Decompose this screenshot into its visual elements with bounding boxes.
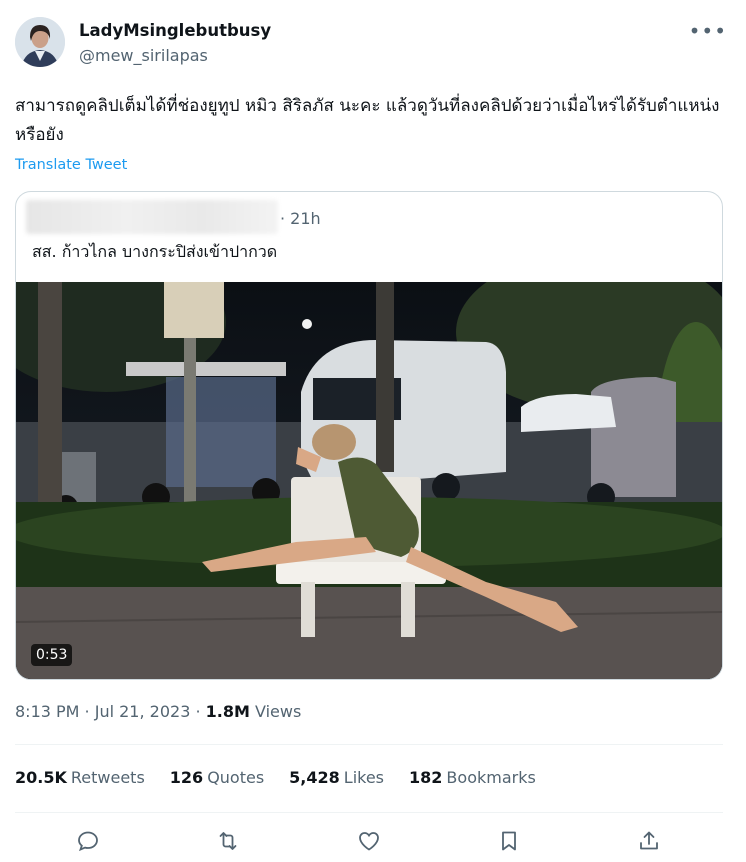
quotes-stat[interactable]: 126 Quotes	[170, 768, 264, 787]
share-icon[interactable]	[634, 826, 664, 856]
retweets-count: 20.5K	[15, 768, 67, 787]
quoted-tweet-text: สส. ก้าวไกล บางกระปิส่งเข้าปากวด	[32, 242, 278, 261]
like-icon[interactable]	[354, 826, 384, 856]
bookmarks-label: Bookmarks	[446, 768, 536, 787]
author-display-name[interactable]: LadyMsinglebutbusy	[79, 21, 271, 40]
bookmarks-count: 182	[409, 768, 443, 787]
likes-label: Likes	[343, 768, 385, 787]
more-horizontal-icon[interactable]: •••	[689, 19, 727, 43]
video-duration-badge: 0:53	[31, 644, 73, 666]
bookmarks-stat[interactable]: 182 Bookmarks	[409, 768, 536, 787]
quotes-count: 126	[169, 768, 204, 787]
blurred-author-name	[26, 200, 278, 234]
tweet-stats: 20.5K Retweets 126 Quotes 5,428 Likes 182 Bo…	[15, 768, 536, 787]
author-handle[interactable]: @mew_sirilapas	[79, 46, 208, 65]
translate-tweet-link[interactable]: Translate Tweet	[15, 157, 127, 173]
views-label: Views	[255, 702, 302, 721]
tweet-header: LadyMsinglebutbusy @mew_sirilapas •••	[15, 17, 731, 67]
likes-count: 5,428	[289, 768, 340, 787]
meta-separator: ·	[190, 702, 206, 721]
bookmark-icon[interactable]	[494, 826, 524, 856]
reply-icon[interactable]	[73, 826, 103, 856]
retweets-label: Retweets	[70, 768, 145, 787]
meta-separator: ·	[79, 702, 95, 721]
divider	[15, 744, 723, 745]
views-count: 1.8M	[205, 702, 250, 721]
tweet-text: สามารถดูคลิปเต็มได้ที่ช่องยูทูป หมิว สิร…	[15, 96, 720, 145]
divider	[15, 812, 723, 813]
action-bar	[0, 826, 746, 858]
tweet-time[interactable]: 8:13 PM	[15, 702, 79, 721]
retweet-icon[interactable]	[213, 826, 243, 856]
quoted-tweet-time: · 21h	[280, 209, 321, 228]
quotes-label: Quotes	[207, 768, 265, 787]
video-player[interactable]: 0:53	[16, 282, 722, 679]
tweet-metadata: 8:13 PM · Jul 21, 2023 · 1.8M Views	[15, 702, 301, 721]
video-thumbnail	[16, 282, 722, 679]
quoted-tweet[interactable]: · 21h สส. ก้าวไกล บางกระปิส่งเข้าปากวด 0…	[15, 191, 723, 680]
tweet-date[interactable]: Jul 21, 2023	[95, 702, 191, 721]
likes-stat[interactable]: 5,428 Likes	[289, 768, 384, 787]
retweets-stat[interactable]: 20.5K Retweets	[15, 768, 145, 787]
avatar[interactable]	[15, 17, 65, 67]
